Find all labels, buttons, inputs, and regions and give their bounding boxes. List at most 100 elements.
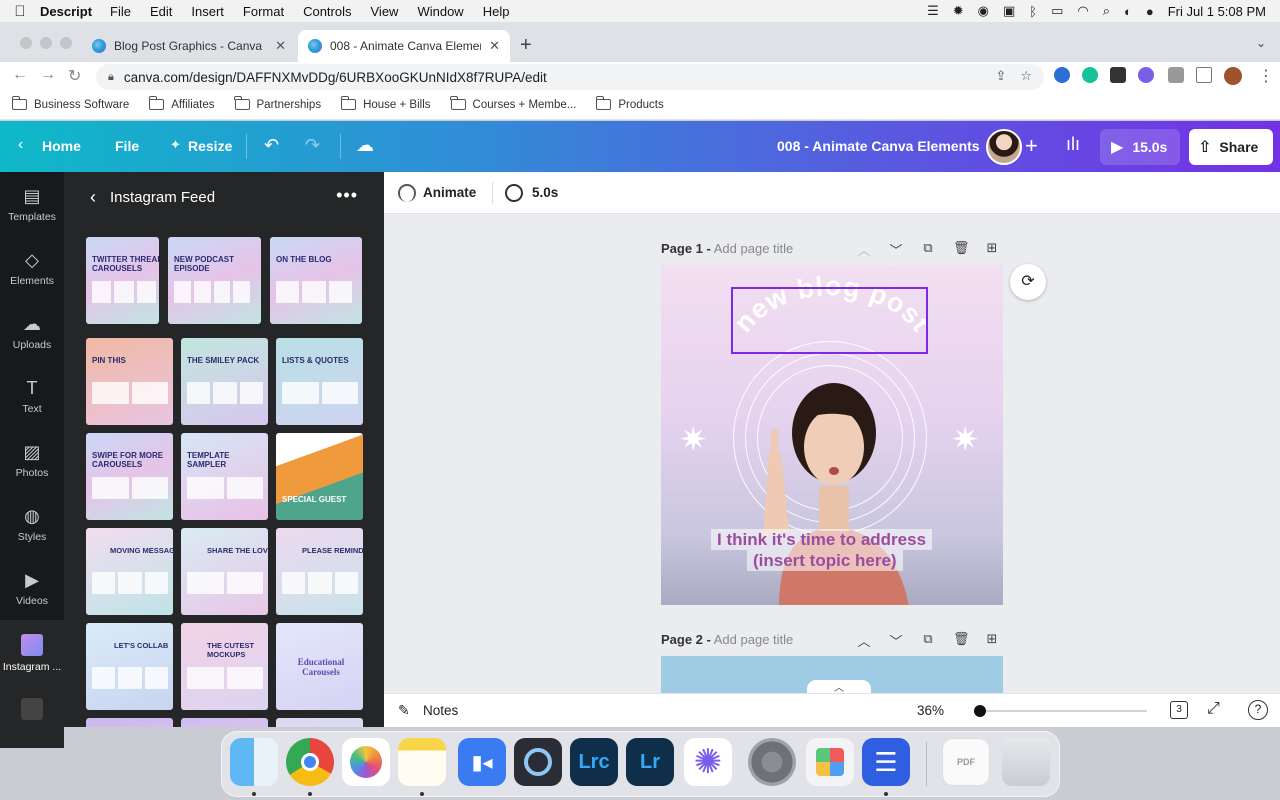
list-icon[interactable]: ☰ <box>927 3 939 19</box>
trash-icon[interactable] <box>1002 738 1050 786</box>
new-tab-button[interactable]: + <box>520 34 532 57</box>
menu-format[interactable]: Format <box>243 4 284 19</box>
extension-icon[interactable] <box>1054 67 1070 83</box>
cloud-saved-icon[interactable]: ☁︎ <box>356 135 374 156</box>
tab-search-icon[interactable]: ⌄ <box>1256 36 1266 50</box>
forward-arrow-icon[interactable]: → <box>40 66 56 84</box>
zoom-slider-handle[interactable] <box>974 705 986 717</box>
url-text[interactable]: canva.com/design/DAFFNXMvDDg/6URBXooGKUn… <box>124 70 547 85</box>
template-thumbnail[interactable]: SHARE THE LOVE <box>181 528 268 615</box>
sidebar-icon[interactable] <box>1196 67 1212 83</box>
bookmark-courses[interactable]: Courses + Membe... <box>450 96 576 111</box>
rail-item-more[interactable] <box>0 684 64 748</box>
chevron-down-icon[interactable]: ﹀ <box>889 240 903 259</box>
page-count-button[interactable]: 3 <box>1170 701 1188 719</box>
rail-item-text[interactable]: T Text <box>0 364 64 428</box>
play-preview-button[interactable]: ▶ 15.0s <box>1100 129 1180 165</box>
chrome-icon[interactable] <box>286 738 334 786</box>
menubar-clock[interactable]: Fri Jul 1 5:08 PM <box>1168 4 1266 19</box>
browser-tab-animate[interactable]: 008 - Animate Canva Elements ✕ <box>298 30 510 62</box>
animate-button[interactable]: Animate <box>423 185 476 200</box>
close-window-button[interactable] <box>20 37 32 49</box>
photos-icon[interactable] <box>342 738 390 786</box>
redo-icon[interactable]: ↷ <box>305 135 320 156</box>
template-thumbnail[interactable]: THE SMILEY PACK <box>181 338 268 425</box>
chevron-left-icon[interactable]: ‹ <box>18 136 23 154</box>
more-menu-icon[interactable]: ⋮ <box>1258 66 1274 86</box>
bookmark-business-software[interactable]: Business Software <box>11 96 129 111</box>
quicktime-icon[interactable] <box>514 738 562 786</box>
resize-button[interactable]: Resize <box>188 138 232 154</box>
menu-file[interactable]: File <box>110 4 131 19</box>
reload-icon[interactable]: ↻ <box>68 66 81 86</box>
avatar[interactable] <box>986 129 1022 165</box>
template-thumbnail[interactable]: TEMPLATE SAMPLER <box>181 433 268 520</box>
comment-icon[interactable]: ⟳ <box>1010 264 1046 300</box>
siri-icon[interactable]: ● <box>1146 4 1154 19</box>
rail-item-styles[interactable]: ◍ Styles <box>0 492 64 556</box>
rail-item-instagram[interactable]: Instagram ... <box>0 620 64 684</box>
template-thumbnail[interactable]: LISTS & QUOTES <box>276 338 363 425</box>
rail-item-uploads[interactable]: ☁︎ Uploads <box>0 300 64 364</box>
bookmark-products[interactable]: Products <box>595 96 664 111</box>
bookmark-star-icon[interactable]: ☆ <box>1020 68 1032 84</box>
rail-item-elements[interactable]: ◇ Elements <box>0 236 64 300</box>
help-icon[interactable]: ? <box>1248 700 1268 720</box>
insights-chart-icon[interactable]: ılı <box>1066 134 1080 155</box>
menu-edit[interactable]: Edit <box>150 4 172 19</box>
file-menu-button[interactable]: File <box>115 138 139 154</box>
undo-icon[interactable]: ↶ <box>264 135 279 156</box>
search-icon[interactable]: ⌕ <box>1103 3 1110 19</box>
menu-controls[interactable]: Controls <box>303 4 351 19</box>
add-page-icon[interactable]: ⊞ <box>985 631 999 650</box>
system-settings-icon[interactable] <box>748 738 796 786</box>
more-options-icon[interactable]: ••• <box>336 185 358 206</box>
page-1-title-input[interactable]: Add page title <box>714 241 794 256</box>
share-page-icon[interactable]: ⇪ <box>995 68 1006 84</box>
lightroom-icon[interactable]: Lr <box>626 738 674 786</box>
caption-line-2[interactable]: (insert topic here) <box>747 550 903 571</box>
template-thumbnail[interactable] <box>86 718 173 727</box>
descript-flower-icon[interactable]: ✺ <box>684 738 732 786</box>
grammarly-icon[interactable] <box>1082 67 1098 83</box>
menu-help[interactable]: Help <box>483 4 510 19</box>
add-page-icon[interactable]: ⊞ <box>985 240 999 259</box>
delete-page-icon[interactable]: 🗑︎ <box>953 631 970 650</box>
bookmark-affiliates[interactable]: Affiliates <box>148 96 215 111</box>
template-thumbnail[interactable]: PLEASE REMIND ME <box>276 528 363 615</box>
notes-button[interactable]: Notes <box>423 703 458 718</box>
chevron-up-icon[interactable]: ︿ <box>857 240 871 259</box>
menu-view[interactable]: View <box>371 4 399 19</box>
rail-item-videos[interactable]: ▶ Videos <box>0 556 64 620</box>
share-button[interactable]: ⇧ Share <box>1189 129 1273 165</box>
template-thumbnail[interactable]: PIN THIS <box>86 338 173 425</box>
apple-icon[interactable]:  <box>0 3 40 20</box>
template-thumbnail[interactable]: NEW PODCAST EPISODE <box>168 237 261 324</box>
bookmark-partnerships[interactable]: Partnerships <box>234 96 321 111</box>
minimize-window-button[interactable] <box>40 37 52 49</box>
rail-item-templates[interactable]: ▤ Templates <box>0 172 64 236</box>
launchpad-icon[interactable] <box>806 738 854 786</box>
chevron-up-icon[interactable]: ︿ <box>857 631 871 650</box>
menu-insert[interactable]: Insert <box>191 4 224 19</box>
template-thumbnail[interactable] <box>276 718 363 727</box>
chevron-down-icon[interactable]: ﹀ <box>889 631 903 650</box>
template-thumbnail[interactable]: TWITTER THREAD CAROUSELS <box>86 237 159 324</box>
duration-button[interactable]: 5.0s <box>532 185 558 200</box>
extension-icon[interactable] <box>1110 67 1126 83</box>
close-tab-icon[interactable]: ✕ <box>489 38 500 54</box>
bluetooth-icon[interactable]: ᛒ <box>1029 4 1037 19</box>
battery-icon[interactable]: ▭ <box>1051 3 1063 19</box>
duplicate-page-icon[interactable]: ⧉ <box>921 240 935 259</box>
zoom-app-icon[interactable]: ▮◂ <box>458 738 506 786</box>
menu-window[interactable]: Window <box>417 4 463 19</box>
app-name-menu[interactable]: Descript <box>40 4 92 19</box>
browser-tab-blog-post[interactable]: Blog Post Graphics - Canva ✕ <box>82 30 296 62</box>
finder-icon[interactable] <box>230 738 278 786</box>
delete-page-icon[interactable]: 🗑︎ <box>953 240 970 259</box>
add-collaborator-icon[interactable]: + <box>1025 133 1038 159</box>
pdf-document-icon[interactable]: PDF <box>942 738 990 786</box>
notes-app-icon[interactable] <box>398 738 446 786</box>
page-2-title-input[interactable]: Add page title <box>714 632 794 647</box>
display-icon[interactable]: ▣ <box>1003 3 1015 19</box>
